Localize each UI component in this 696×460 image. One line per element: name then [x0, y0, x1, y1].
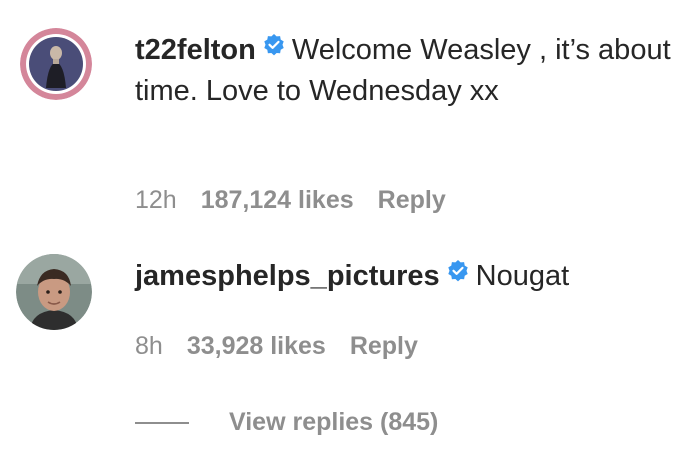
avatar[interactable] — [16, 254, 92, 330]
comment-timestamp: 8h — [135, 332, 163, 360]
username-link[interactable]: jamesphelps_pictures — [135, 260, 440, 292]
comment-text: Nougat — [475, 260, 570, 292]
view-replies-label: View replies (845) — [229, 408, 439, 436]
replies-divider-line — [135, 421, 189, 424]
view-replies-button[interactable]: View replies (845) — [135, 408, 438, 437]
username-link[interactable]: t22felton — [135, 34, 256, 66]
verified-badge-icon — [262, 28, 286, 68]
comment-timestamp: 12h — [135, 186, 177, 214]
avatar-image — [16, 254, 92, 330]
verified-badge-icon — [446, 254, 470, 294]
reply-button[interactable]: Reply — [350, 332, 418, 361]
avatar-image — [20, 28, 92, 100]
comment-meta: 12h 187,124 likes Reply — [135, 186, 446, 215]
comment-meta: 8h 33,928 likes Reply — [135, 332, 418, 361]
avatar[interactable] — [20, 28, 92, 100]
reply-button[interactable]: Reply — [378, 186, 446, 215]
comment-body: jamesphelps_pictures Nougat — [135, 256, 675, 297]
likes-count-link[interactable]: 187,124 likes — [201, 186, 354, 215]
comment-body: t22felton Welcome Weasley , it’s about ti… — [135, 30, 675, 111]
likes-count-link[interactable]: 33,928 likes — [187, 332, 326, 361]
